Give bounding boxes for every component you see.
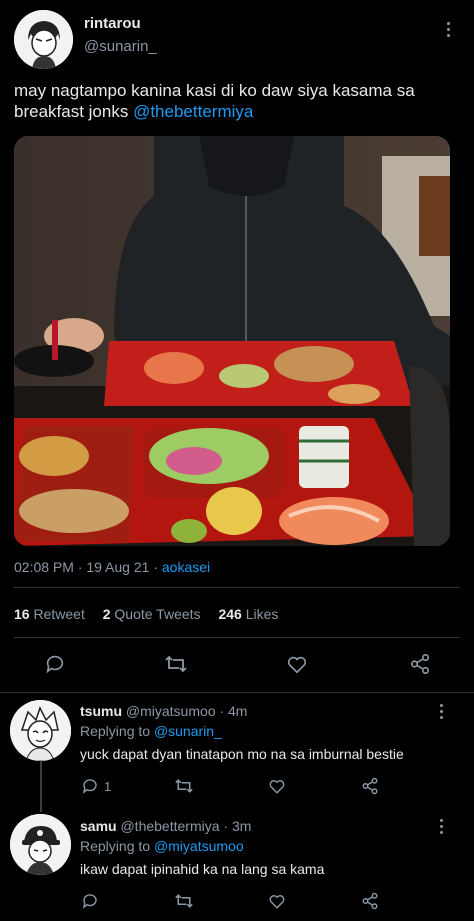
reply-icon[interactable]: [44, 653, 66, 675]
author-display-name[interactable]: rintarou: [84, 15, 141, 32]
replying-label: Replying to: [80, 723, 154, 739]
reply-count: 1: [104, 779, 112, 794]
tweet-mention[interactable]: @thebettermiya: [133, 102, 253, 121]
reply-icon[interactable]: [81, 892, 99, 910]
share-icon[interactable]: [361, 892, 379, 910]
more-options-icon[interactable]: [440, 819, 444, 837]
replying-label: Replying to: [80, 838, 154, 854]
tweet-source[interactable]: aokasei: [162, 559, 210, 575]
tweet-text: may nagtampo kanina kasi di ko daw siya …: [14, 80, 464, 122]
reply-text: yuck dapat dyan tinatapon mo na sa imbur…: [80, 746, 404, 762]
retweet-icon[interactable]: [164, 653, 188, 675]
tweet-timestamp: 02:08 PM · 19 Aug 21 · aokasei: [14, 559, 210, 575]
reply-header: samu @thebettermiya · 3m: [80, 818, 251, 834]
reply-name[interactable]: tsumu: [80, 703, 122, 719]
share-icon[interactable]: [361, 777, 379, 795]
reply-text: ikaw dapat ipinahid ka na lang sa kama: [80, 861, 325, 877]
reply-icon[interactable]: [81, 777, 99, 795]
more-options-icon[interactable]: [440, 704, 444, 722]
like-stat[interactable]: 246 Likes: [218, 606, 278, 622]
reply-header: tsumu @miyatsumoo · 4m: [80, 703, 247, 719]
retweet-icon[interactable]: [174, 777, 194, 795]
like-label: Likes: [245, 606, 279, 622]
replying-to-handle[interactable]: @miyatsumoo: [154, 838, 244, 854]
divider: [14, 637, 460, 638]
retweet-count: 16: [14, 606, 30, 622]
replying-to: Replying to @miyatsumoo: [80, 838, 244, 854]
reply-handle-time[interactable]: @miyatsumoo · 4m: [126, 703, 248, 719]
divider: [14, 587, 460, 588]
like-icon[interactable]: [268, 777, 286, 795]
reply-avatar[interactable]: [10, 814, 71, 875]
replying-to-handle[interactable]: @sunarin_: [154, 723, 222, 739]
quote-label: Quote Tweets: [114, 606, 201, 622]
like-icon[interactable]: [268, 892, 286, 910]
share-icon[interactable]: [409, 653, 431, 675]
tweet-photo[interactable]: [14, 136, 450, 546]
divider: [0, 692, 474, 693]
author-handle[interactable]: @sunarin_: [84, 38, 157, 55]
author-avatar[interactable]: [14, 10, 73, 69]
reply-name[interactable]: samu: [80, 818, 117, 834]
tweet-time[interactable]: 02:08 PM · 19 Aug 21 ·: [14, 559, 162, 575]
like-icon[interactable]: [286, 653, 308, 675]
retweet-label: Retweet: [33, 606, 85, 622]
tweet-stats: 16 Retweet 2 Quote Tweets 246 Likes: [14, 606, 278, 622]
reply-avatar[interactable]: [10, 700, 71, 761]
quote-count: 2: [102, 606, 111, 622]
more-options-icon[interactable]: [447, 22, 451, 40]
reply-handle-time[interactable]: @thebettermiya · 3m: [120, 818, 251, 834]
retweet-icon[interactable]: [174, 892, 194, 910]
retweet-stat[interactable]: 16 Retweet: [14, 606, 85, 622]
thread-line: [40, 760, 42, 812]
replying-to: Replying to @sunarin_: [80, 723, 222, 739]
quote-stat[interactable]: 2 Quote Tweets: [103, 606, 201, 622]
like-count: 246: [218, 606, 242, 622]
